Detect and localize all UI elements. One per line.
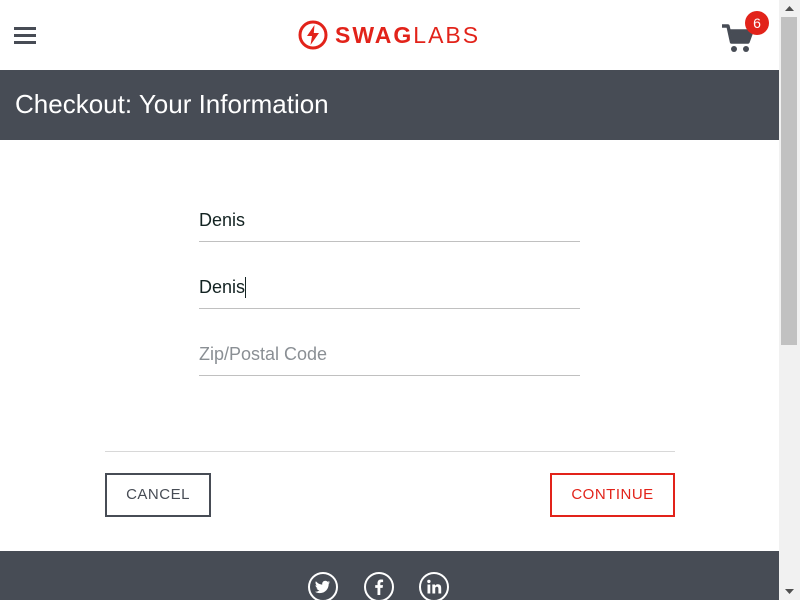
menu-button[interactable] [14, 27, 36, 47]
menu-bar-icon [14, 27, 36, 30]
title-bar: Checkout: Your Information [0, 70, 779, 140]
footer [0, 551, 779, 600]
menu-bar-icon [14, 34, 36, 37]
logo-text: SWAGLABS [335, 22, 481, 48]
facebook-link[interactable] [364, 572, 394, 600]
facebook-icon [375, 579, 384, 595]
cart-count-badge[interactable]: 6 [745, 11, 769, 35]
cancel-button[interactable]: CANCEL [105, 473, 211, 517]
first-name-input[interactable] [199, 201, 580, 239]
first-name-field [199, 201, 580, 242]
scroll-up-arrow-icon[interactable] [779, 0, 800, 17]
lightning-logo-icon [298, 20, 328, 50]
form-divider [105, 451, 675, 452]
postal-code-input[interactable] [199, 335, 580, 373]
twitter-icon [315, 580, 330, 594]
last-name-field [199, 268, 580, 309]
page-title: Checkout: Your Information [15, 89, 329, 119]
postal-code-field [199, 335, 580, 376]
linkedin-link[interactable] [419, 572, 449, 600]
linkedin-icon [427, 579, 442, 594]
checkout-page: SWAGLABS 6 Checkout: Your Information CA… [0, 0, 779, 600]
swag-labs-logo: SWAGLABS [298, 20, 480, 50]
continue-button[interactable]: CONTINUE [550, 473, 675, 517]
scrollbar-thumb[interactable] [781, 17, 797, 345]
scroll-down-arrow-icon[interactable] [779, 583, 800, 600]
menu-bar-icon [14, 41, 36, 44]
vertical-scrollbar[interactable] [779, 0, 800, 600]
twitter-link[interactable] [308, 572, 338, 600]
last-name-input[interactable] [199, 268, 580, 306]
header: SWAGLABS 6 [0, 0, 779, 70]
text-cursor [245, 277, 246, 298]
